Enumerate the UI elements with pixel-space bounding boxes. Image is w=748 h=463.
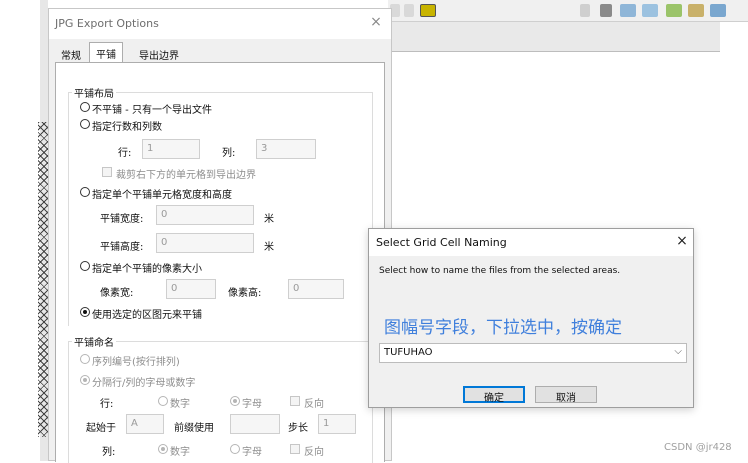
select-grid-cell-naming-dialog: Select Grid Cell Naming × Select how to … [368, 228, 694, 408]
background-right-strip [720, 22, 748, 52]
prefix-input[interactable] [230, 414, 280, 434]
tab-page-tiling: 平铺布局 不平铺 - 只有一个导出文件 指定行数和列数 行: 1 列: 3 裁剪… [55, 62, 385, 463]
step-label: 步长 [288, 423, 308, 434]
dialog-title: JPG Export Options [55, 17, 159, 30]
cancel-button[interactable]: 取消 [535, 386, 597, 404]
tile-height-input[interactable]: 0 [156, 233, 254, 253]
tab-tiling[interactable]: 平铺 [89, 42, 123, 63]
cell-size-label: 指定单个平铺单元格宽度和高度 [92, 190, 232, 201]
radio-no-tile[interactable] [80, 102, 90, 112]
toolbar-icon-6[interactable] [642, 4, 658, 17]
radio-sequence[interactable] [80, 354, 90, 364]
tab-export-bounds[interactable]: 导出边界 [133, 44, 185, 62]
rows-input[interactable]: 1 [142, 139, 200, 159]
close-icon[interactable]: × [675, 234, 689, 248]
col-digit-label: 数字 [170, 447, 190, 458]
step-input[interactable]: 1 [318, 414, 356, 434]
toolbar-icon-9[interactable] [710, 4, 726, 17]
row-col-naming-label: 分隔行/列的字母或数字 [92, 378, 196, 389]
toolbar-icon-3[interactable] [580, 4, 590, 17]
ok-button[interactable]: 确定 [463, 386, 525, 404]
close-icon[interactable]: × [369, 15, 383, 29]
col-reverse-checkbox[interactable] [290, 444, 300, 454]
naming-col-label: 列: [102, 447, 116, 458]
dropdown-selected-value: TUFUHAO [384, 347, 433, 358]
radio-selected-features[interactable] [80, 307, 90, 317]
pixel-height-input[interactable]: 0 [288, 279, 344, 299]
naming-row-label: 行: [100, 399, 114, 410]
pixel-width-input[interactable]: 0 [166, 279, 216, 299]
tab-strip: 常规 平铺 导出边界 [55, 42, 390, 63]
radio-rows-cols[interactable] [80, 119, 90, 129]
tile-width-unit: 米 [264, 214, 274, 225]
toolbar-icon-5[interactable] [620, 4, 636, 17]
row-letter-label: 字母 [242, 399, 262, 410]
toolbar-icon-4[interactable] [600, 4, 612, 17]
cols-label: 列: [222, 148, 236, 159]
radio-row-col-naming[interactable] [80, 375, 90, 385]
tile-width-input[interactable]: 0 [156, 205, 254, 225]
col-letter-label: 字母 [242, 447, 262, 458]
col-reverse-label: 反向 [304, 447, 324, 458]
clip-checkbox[interactable] [102, 167, 112, 177]
radio-row-letter[interactable] [230, 396, 240, 406]
tile-width-label: 平铺宽度: [100, 214, 144, 225]
selected-features-label: 使用选定的区图元来平铺 [92, 310, 202, 321]
radio-col-letter[interactable] [230, 444, 240, 454]
tab-general[interactable]: 常规 [55, 44, 87, 62]
tile-naming-label: 平铺命名 [72, 334, 116, 349]
prefix-label: 前缀使用 [174, 423, 214, 434]
radio-pixel-size[interactable] [80, 261, 90, 271]
toolbar-icon-8[interactable] [688, 4, 704, 17]
toolbar-icon-2[interactable] [404, 4, 414, 17]
background-toolbar-row [388, 22, 720, 52]
radio-row-digit[interactable] [158, 396, 168, 406]
no-tile-label: 不平铺 - 只有一个导出文件 [92, 105, 212, 116]
pixel-size-label: 指定单个平铺的像素大小 [92, 264, 202, 275]
annotation-text: 图幅号字段，下拉选中，按确定 [384, 318, 622, 338]
naming-dialog-title: Select Grid Cell Naming [376, 236, 507, 249]
naming-field-dropdown[interactable]: TUFUHAO ⌵ [379, 343, 687, 363]
watermark: CSDN @jr428 [664, 442, 732, 453]
row-reverse-label: 反向 [304, 399, 324, 410]
row-reverse-checkbox[interactable] [290, 396, 300, 406]
naming-instruction: Select how to name the files from the se… [379, 266, 621, 276]
sequence-label: 序列编号(按行排列) [92, 357, 180, 368]
dialog-titlebar: JPG Export Options × [49, 9, 391, 39]
start-input[interactable]: A [126, 414, 164, 434]
rows-label: 行: [118, 148, 132, 159]
tiling-layout-label: 平铺布局 [72, 85, 116, 100]
pixel-width-label: 像素宽: [100, 288, 134, 299]
background-toolbar [388, 0, 748, 22]
rows-cols-label: 指定行数和列数 [92, 122, 162, 133]
toolbar-image-icon[interactable] [420, 4, 436, 17]
tile-height-unit: 米 [264, 242, 274, 253]
pixel-height-label: 像素高: [228, 288, 262, 299]
chevron-down-icon[interactable]: ⌵ [674, 346, 682, 357]
toolbar-icon-7[interactable] [666, 4, 682, 17]
row-digit-label: 数字 [170, 399, 190, 410]
start-label: 起始于 [86, 423, 116, 434]
cols-input[interactable]: 3 [256, 139, 316, 159]
tile-height-label: 平铺高度: [100, 242, 144, 253]
jpg-export-options-dialog: JPG Export Options × 常规 平铺 导出边界 平铺布局 不平铺… [48, 8, 392, 463]
radio-cell-size[interactable] [80, 187, 90, 197]
radio-col-digit[interactable] [158, 444, 168, 454]
naming-dialog-titlebar: Select Grid Cell Naming × [369, 229, 693, 256]
clip-label: 裁剪右下方的单元格到导出边界 [116, 170, 256, 181]
